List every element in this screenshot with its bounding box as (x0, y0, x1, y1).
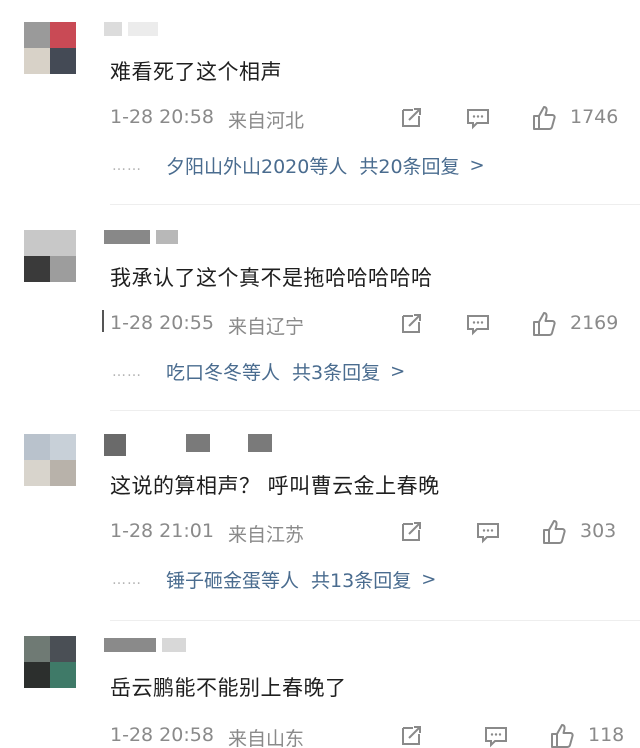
replies-link[interactable]: …… 夕阳山外山2020等人 共20条回复 > (112, 152, 485, 179)
comment-item: 我承认了这个真不是拖哈哈哈哈哈 1-28 20:55 来自辽宁 2169 …… … (0, 226, 640, 416)
avatar[interactable] (24, 434, 76, 486)
comment-icon[interactable] (464, 104, 492, 132)
divider (110, 620, 640, 621)
comment-text: 我承认了这个真不是拖哈哈哈哈哈 (110, 266, 433, 290)
comment-text: 岳云鹏能不能别上春晚了 (110, 676, 347, 700)
username-blurred[interactable] (104, 638, 186, 652)
comment-text: 难看死了这个相声 (110, 60, 282, 84)
comment-icon[interactable] (482, 722, 510, 748)
comment-item: 这说的算相声？ 呼叫曹云金上春晚 1-28 21:01 来自江苏 303 …… … (0, 430, 640, 621)
comment-meta: 1-28 20:58 来自河北 1746 (110, 104, 630, 134)
divider (110, 410, 640, 411)
chevron-right-icon: > (469, 155, 485, 176)
like-count: 2169 (570, 312, 619, 334)
comment-location: 来自山东 (228, 728, 305, 748)
thumbs-up-icon[interactable] (530, 104, 558, 132)
replies-total: 共3条回复 (292, 362, 381, 384)
replies-dots: …… (112, 157, 142, 174)
comment-icon[interactable] (464, 310, 492, 338)
comment-location: 来自江苏 (228, 524, 305, 546)
comment-icon[interactable] (474, 518, 502, 546)
comment-meta: 1-28 20:58 来自山东 118 (110, 722, 630, 748)
comment-time: 1-28 20:55 (110, 312, 214, 334)
replies-link[interactable]: …… 吃口冬冬等人 共3条回复 > (112, 358, 405, 385)
replies-dots: …… (112, 571, 142, 588)
share-icon[interactable] (397, 722, 425, 748)
avatar[interactable] (24, 22, 76, 74)
text-cursor (102, 310, 104, 332)
share-icon[interactable] (397, 104, 425, 132)
thumbs-up-icon[interactable] (540, 518, 568, 546)
comment-meta: 1-28 21:01 来自江苏 303 (110, 518, 630, 548)
share-icon[interactable] (397, 518, 425, 546)
comment-time: 1-28 20:58 (110, 724, 214, 746)
username-blurred[interactable] (104, 434, 272, 456)
comment-meta: 1-28 20:55 来自辽宁 2169 (110, 310, 630, 340)
replies-total: 共20条回复 (359, 156, 460, 178)
divider (110, 204, 640, 205)
chevron-right-icon: > (390, 361, 406, 382)
comment-time: 1-28 20:58 (110, 106, 214, 128)
avatar[interactable] (24, 230, 76, 282)
replies-users: 吃口冬冬等人 (166, 362, 281, 384)
replies-link[interactable]: …… 锤子砸金蛋等人 共13条回复 > (112, 566, 436, 593)
avatar[interactable] (24, 636, 76, 688)
replies-users: 锤子砸金蛋等人 (166, 570, 300, 592)
replies-total: 共13条回复 (311, 570, 412, 592)
comment-feed: 难看死了这个相声 1-28 20:58 来自河北 1746 …… 夕阳山外山20… (0, 0, 640, 748)
replies-users: 夕阳山外山2020等人 (166, 156, 348, 178)
comment-location: 来自河北 (228, 110, 305, 132)
comment-time: 1-28 21:01 (110, 520, 214, 542)
comment-item: 难看死了这个相声 1-28 20:58 来自河北 1746 …… 夕阳山外山20… (0, 18, 640, 208)
thumbs-up-icon[interactable] (530, 310, 558, 338)
share-icon[interactable] (397, 310, 425, 338)
like-count: 118 (588, 724, 625, 746)
comment-location: 来自辽宁 (228, 316, 305, 338)
username-blurred[interactable] (104, 230, 178, 244)
comment-item: 岳云鹏能不能别上春晚了 1-28 20:58 来自山东 118 (0, 634, 640, 748)
replies-dots: …… (112, 363, 142, 380)
thumbs-up-icon[interactable] (548, 722, 576, 748)
username-blurred[interactable] (104, 22, 158, 36)
like-count: 303 (580, 520, 617, 542)
comment-text: 这说的算相声？ 呼叫曹云金上春晚 (110, 474, 440, 498)
chevron-right-icon: > (421, 569, 437, 590)
like-count: 1746 (570, 106, 619, 128)
